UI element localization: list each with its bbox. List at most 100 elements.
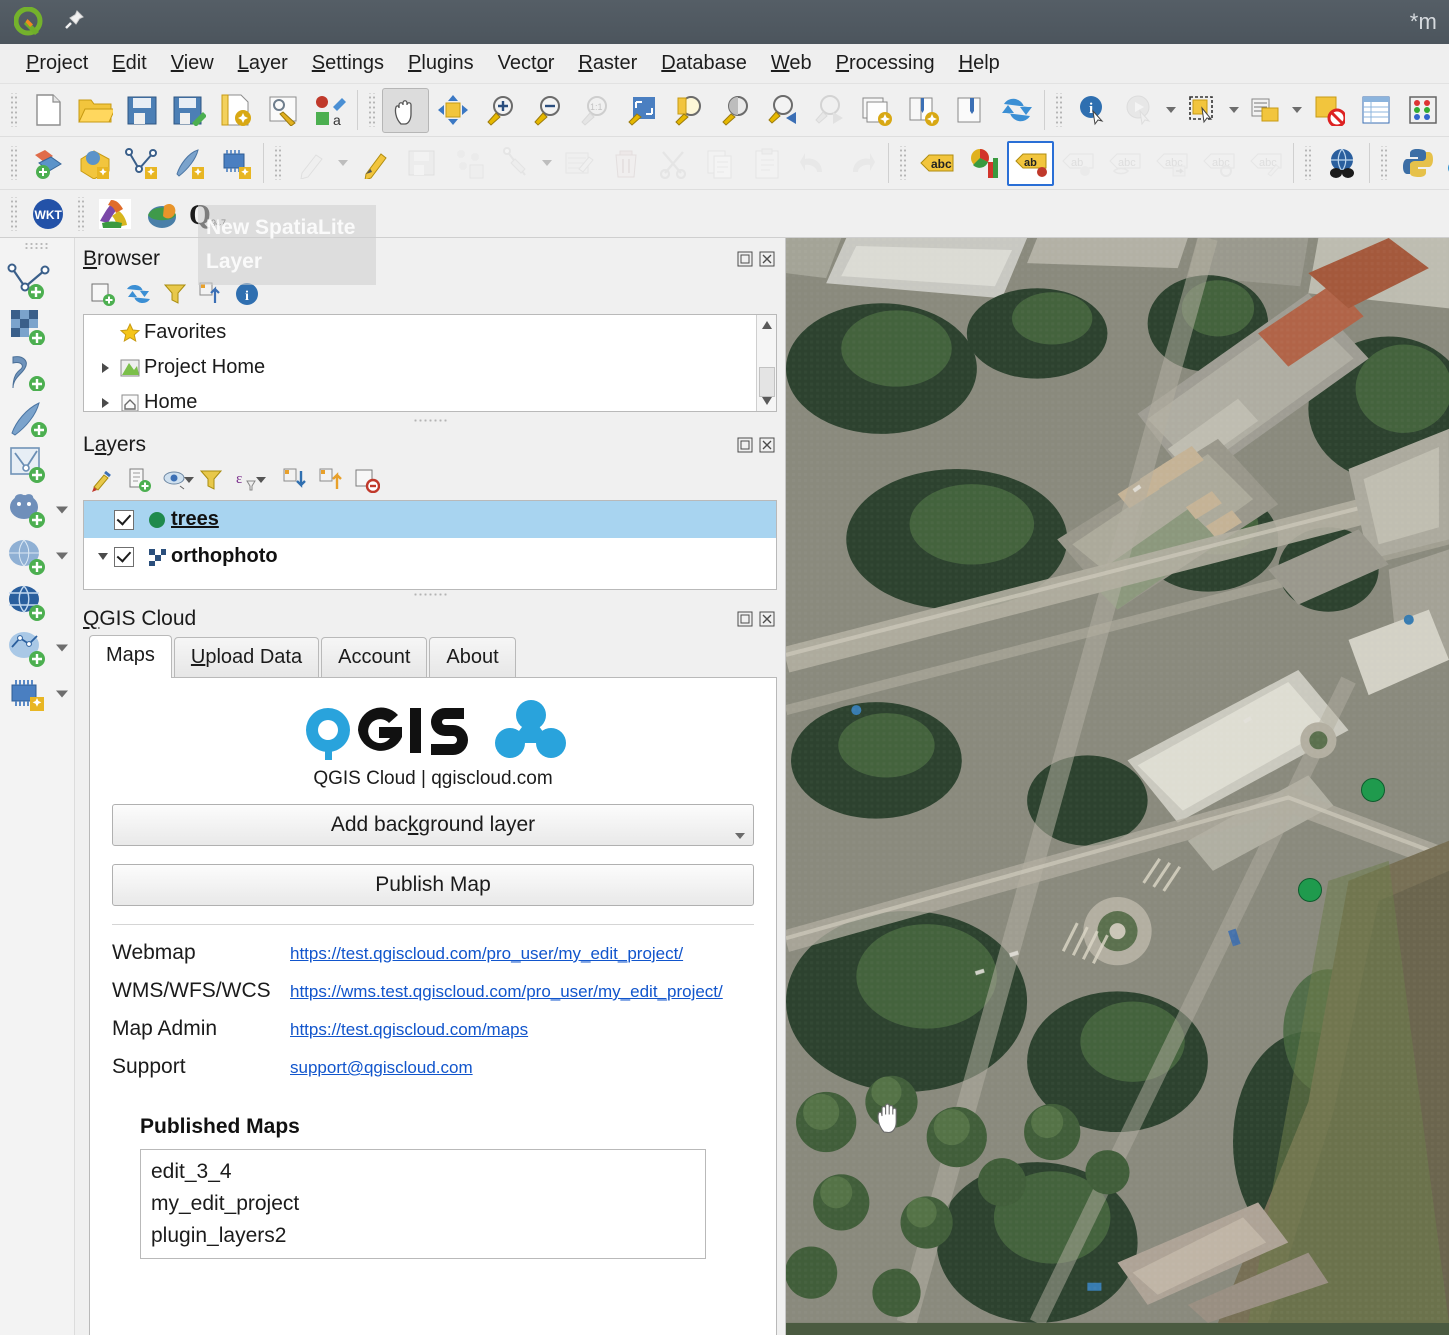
vertex-tool-icon[interactable]: [492, 141, 539, 186]
zoom-last-icon[interactable]: [758, 88, 805, 133]
manage-map-themes-icon[interactable]: [159, 465, 194, 495]
expand-arrow[interactable]: [92, 553, 114, 560]
tab-upload-data[interactable]: Upload Data: [173, 637, 320, 678]
menu-raster[interactable]: Raster: [566, 50, 649, 77]
copy-features-icon[interactable]: [696, 141, 743, 186]
chevron-down-icon[interactable]: [335, 141, 351, 186]
browser-item-project-home[interactable]: Project Home: [84, 350, 776, 385]
chevron-down-icon[interactable]: [256, 477, 266, 483]
wkt-icon[interactable]: WKT: [24, 191, 71, 236]
filter-legend-expression-icon[interactable]: ε: [231, 465, 266, 495]
toolbar-grip[interactable]: [24, 242, 50, 251]
menu-processing[interactable]: Processing: [824, 50, 947, 77]
list-item[interactable]: plugin_layers2: [151, 1220, 695, 1252]
add-selected-layers-icon[interactable]: [87, 279, 119, 309]
add-spatialite-layer-icon[interactable]: [3, 441, 71, 487]
browser-tree[interactable]: Favorites Project Home Home: [83, 314, 777, 412]
metasearch-icon[interactable]: [1318, 141, 1365, 186]
tab-account[interactable]: Account: [321, 637, 428, 678]
zoom-out-icon[interactable]: [523, 88, 570, 133]
zoom-to-layer-icon[interactable]: [711, 88, 758, 133]
add-mesh-layer-icon[interactable]: [3, 349, 71, 395]
scroll-up-icon[interactable]: [757, 315, 776, 335]
rotate-label-icon[interactable]: abc: [1195, 141, 1242, 186]
toggle-editing-icon[interactable]: [351, 141, 398, 186]
open-attribute-table-icon[interactable]: [1352, 88, 1399, 133]
menu-help[interactable]: Help: [947, 50, 1012, 77]
published-maps-list[interactable]: edit_3_4 my_edit_project plugin_layers2: [140, 1149, 706, 1259]
identify-features-icon[interactable]: i: [1069, 88, 1116, 133]
layers-tree[interactable]: trees orthophoto: [83, 500, 777, 590]
filter-browser-icon[interactable]: [159, 279, 191, 309]
new-print-layout-icon[interactable]: [212, 88, 259, 133]
toolbar-grip[interactable]: [273, 146, 283, 180]
add-background-layer-button[interactable]: Add background layer: [112, 804, 754, 846]
deselect-features-icon[interactable]: [1242, 88, 1289, 133]
browser-scrollbar[interactable]: [756, 315, 776, 411]
add-raster-layer-icon[interactable]: [3, 303, 71, 349]
menu-plugins[interactable]: Plugins: [396, 50, 486, 77]
label-icon[interactable]: abc: [913, 141, 960, 186]
zoom-to-selection-icon[interactable]: [664, 88, 711, 133]
filter-legend-icon[interactable]: [195, 465, 227, 495]
menu-edit[interactable]: Edit: [100, 50, 158, 77]
change-label-icon[interactable]: abc: [1242, 141, 1289, 186]
diagram-icon[interactable]: [960, 141, 1007, 186]
open-project-icon[interactable]: [71, 88, 118, 133]
save-project-as-icon[interactable]: [165, 88, 212, 133]
menu-settings[interactable]: Settings: [300, 50, 396, 77]
python-console-icon[interactable]: [1394, 141, 1441, 186]
style-dot-icon[interactable]: a: [306, 88, 353, 133]
chevron-down-icon[interactable]: [1226, 88, 1242, 133]
pan-to-selection-icon[interactable]: [429, 88, 476, 133]
add-wcs-layer-icon[interactable]: [3, 579, 71, 625]
undock-icon[interactable]: [737, 611, 753, 627]
add-wms-layer-icon[interactable]: [3, 533, 71, 579]
add-delimited-text-layer-icon[interactable]: [165, 141, 212, 186]
add-vector-layer-icon[interactable]: [3, 257, 71, 303]
qgis-cloud-globe-icon[interactable]: [138, 191, 185, 236]
webmap-link[interactable]: https://test.qgiscloud.com/pro_user/my_e…: [290, 944, 683, 964]
chevron-down-icon[interactable]: [1163, 88, 1179, 133]
undock-icon[interactable]: [737, 437, 753, 453]
browser-item-home[interactable]: Home: [84, 385, 776, 411]
add-wfs-layer-icon[interactable]: [3, 625, 71, 671]
collapse-all-icon[interactable]: [315, 465, 347, 495]
panel-splitter[interactable]: [75, 590, 785, 598]
add-raster-layer-icon[interactable]: [71, 141, 118, 186]
menu-project[interactable]: Project: [14, 50, 100, 77]
add-vector-layer-icon[interactable]: [24, 141, 71, 186]
close-icon[interactable]: [759, 437, 775, 453]
new-project-icon[interactable]: [24, 88, 71, 133]
undo-icon[interactable]: [790, 141, 837, 186]
add-group-icon[interactable]: [123, 465, 155, 495]
chevron-down-icon[interactable]: [56, 690, 68, 698]
expand-arrow[interactable]: [94, 362, 116, 373]
list-item[interactable]: my_edit_project: [151, 1188, 695, 1220]
toolbar-grip[interactable]: [9, 146, 19, 180]
add-mesh-layer-icon[interactable]: [118, 141, 165, 186]
scroll-down-icon[interactable]: [757, 391, 776, 411]
close-icon[interactable]: [759, 251, 775, 267]
chevron-down-icon[interactable]: [56, 552, 68, 560]
toolbar-grip[interactable]: [898, 146, 908, 180]
bookmarks-icon[interactable]: [946, 88, 993, 133]
new-map-view-icon[interactable]: [852, 88, 899, 133]
pin-icon[interactable]: [62, 8, 86, 37]
zoom-full-icon[interactable]: [617, 88, 664, 133]
toolbar-grip[interactable]: [1379, 146, 1389, 180]
add-spatialite-layer-icon[interactable]: [212, 141, 259, 186]
menu-layer[interactable]: Layer: [226, 50, 300, 77]
layer-visibility-checkbox[interactable]: [114, 546, 134, 567]
expand-arrow[interactable]: [94, 397, 116, 408]
zoom-next-icon[interactable]: [805, 88, 852, 133]
deselect-all-icon[interactable]: [1305, 88, 1352, 133]
support-link[interactable]: support@qgiscloud.com: [290, 1058, 473, 1078]
map-admin-link[interactable]: https://test.qgiscloud.com/maps: [290, 1020, 528, 1040]
tree-point-marker[interactable]: [1360, 778, 1385, 803]
toolbar-grip[interactable]: [76, 196, 86, 231]
publish-map-button[interactable]: Publish Map: [112, 864, 754, 906]
add-delimited-text-layer-icon[interactable]: [3, 395, 71, 441]
tree-point-marker[interactable]: [1297, 878, 1322, 903]
zoom-in-icon[interactable]: [476, 88, 523, 133]
